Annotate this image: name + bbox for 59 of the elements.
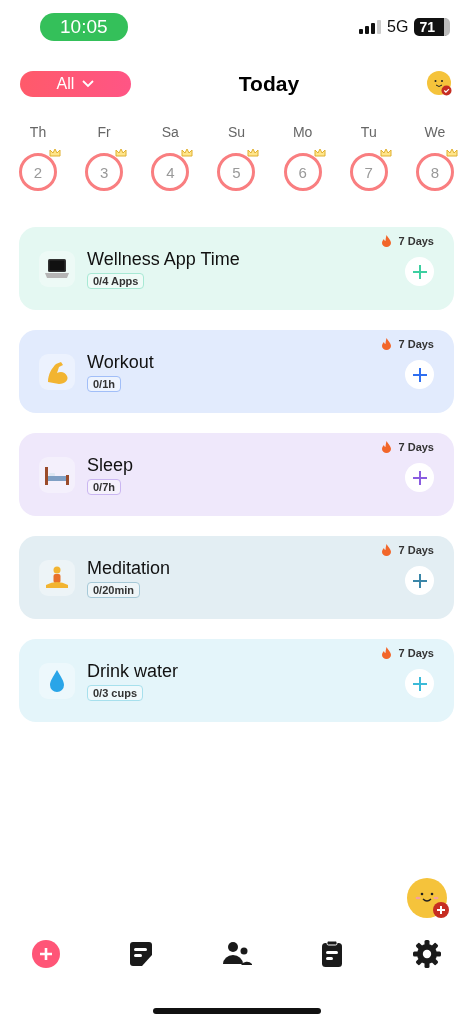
weekday-label: Su [227, 124, 246, 140]
add-tab[interactable] [30, 938, 62, 970]
weekday-label: We [424, 124, 446, 140]
streak-label: 7 Days [398, 235, 434, 247]
progress-tag: 0/1h [87, 375, 121, 392]
flame-icon [381, 235, 391, 247]
flame-icon [381, 338, 391, 350]
progress-tag: 0/4 Apps [87, 272, 145, 289]
weekday-label: Tu [360, 124, 377, 140]
settings-tab[interactable] [411, 938, 443, 970]
weekday-label: Fr [97, 124, 111, 140]
weekday-label: Sa [161, 124, 179, 140]
date-circle[interactable]: 6 [283, 153, 322, 191]
habit-card[interactable]: Sleep 0/7h 7 Days [19, 433, 454, 516]
crown-icon [115, 148, 128, 158]
filter-dropdown[interactable]: All [20, 71, 131, 97]
crown-icon [313, 148, 326, 158]
date-circle[interactable]: 7 [349, 153, 388, 191]
crown-icon [181, 148, 194, 158]
weekday-label: Mo [292, 124, 313, 140]
streak-label: 7 Days [398, 338, 434, 350]
date-circle[interactable]: 4 [151, 153, 190, 191]
crown-icon [445, 148, 458, 158]
streak-label: 7 Days [398, 544, 434, 556]
add-button[interactable] [405, 566, 434, 595]
streak-label: 7 Days [398, 441, 434, 453]
progress-tag: 0/3 cups [87, 684, 144, 701]
streak-label: 7 Days [398, 647, 434, 659]
weekday-label: Th [29, 124, 47, 140]
smiley-check-icon[interactable] [427, 71, 453, 97]
habit-card[interactable]: Meditation 0/20min 7 Days [19, 536, 454, 619]
add-button[interactable] [405, 360, 434, 389]
flame-icon [381, 544, 391, 556]
progress-tag: 0/20min [87, 581, 140, 598]
battery-indicator: 71 [414, 17, 450, 36]
habit-title: Drink water [87, 660, 179, 682]
crown-icon [379, 148, 392, 158]
add-button[interactable] [405, 463, 434, 492]
network-label: 5G [387, 17, 409, 36]
date-circle[interactable]: 8 [415, 153, 454, 191]
crown-icon [247, 148, 260, 158]
date-circle[interactable]: 3 [85, 153, 124, 191]
chevron-down-icon [82, 80, 95, 88]
habit-title: Workout [87, 351, 154, 373]
habit-title: Meditation [87, 557, 171, 579]
date-circle[interactable]: 5 [217, 153, 256, 191]
signal-icon [359, 19, 382, 34]
habit-card[interactable]: Workout 0/1h 7 Days [19, 330, 454, 413]
habit-card[interactable]: Wellness App Time 0/4 Apps 7 Days [19, 227, 454, 310]
flame-icon [381, 647, 391, 659]
status-time: 10:05 [40, 12, 128, 41]
habit-title: Wellness App Time [87, 248, 240, 270]
flame-icon [381, 441, 391, 453]
crown-icon [49, 148, 61, 158]
habit-card[interactable]: Drink water 0/3 cups 7 Days [19, 639, 454, 722]
habit-title: Sleep [87, 454, 134, 476]
page-title: Today [238, 72, 300, 96]
progress-tag: 0/7h [87, 478, 121, 495]
date-circle[interactable]: 2 [19, 153, 57, 191]
